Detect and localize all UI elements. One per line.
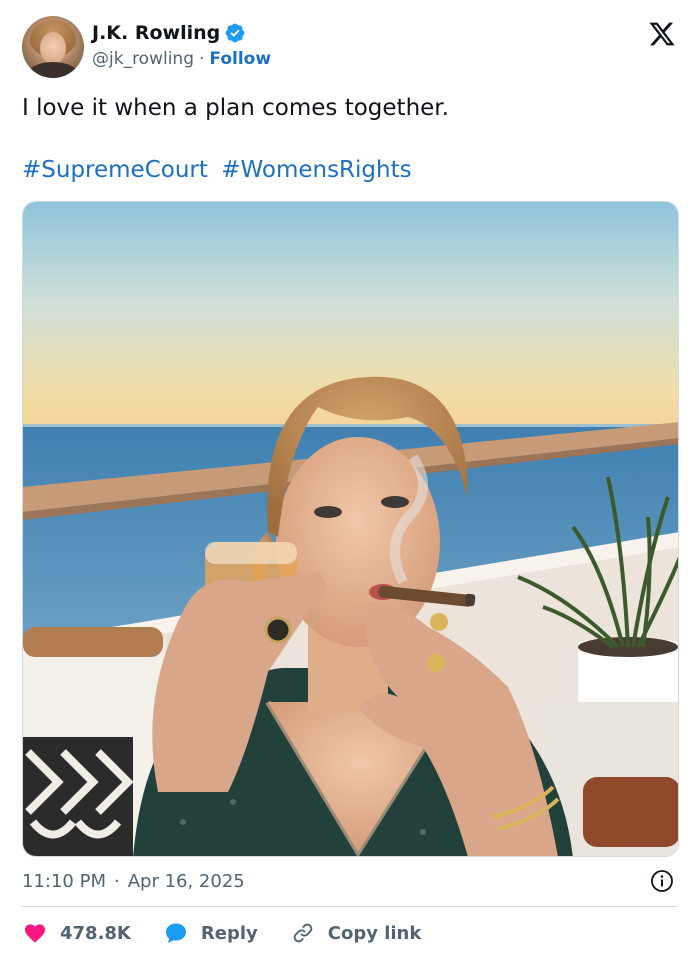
follow-button[interactable]: Follow [209,49,271,69]
reply-button[interactable]: Reply [163,921,258,945]
heart-icon [25,924,45,943]
x-logo-icon[interactable] [648,20,676,48]
tweet-date[interactable]: Apr 16, 2025 [128,871,245,892]
timestamp-separator: · [113,870,120,892]
separator-dot: · [199,49,205,69]
divider [22,906,678,907]
tweet-text: I love it when a plan comes together. [22,95,449,121]
tweet-actions: 478.8K Reply Copy link [22,918,678,948]
copy-link-button[interactable]: Copy link [290,921,422,945]
author-name[interactable]: J.K. Rowling [92,22,220,44]
copy-link-label: Copy link [327,922,422,944]
verified-badge-icon [225,23,245,43]
tweet-timestamp: 11:10 PM · Apr 16, 2025 [22,868,678,894]
tweet-hashtags: #SupremeCourt #WomensRights [22,154,418,186]
like-button[interactable]: 478.8K [22,921,131,945]
hashtag-womensrights[interactable]: #WomensRights [221,157,411,183]
like-count: 478.8K [60,922,131,944]
avatar[interactable] [22,16,84,78]
reply-bubble-icon [165,923,186,943]
tweet-time[interactable]: 11:10 PM [22,871,106,892]
reply-label: Reply [200,922,258,944]
tweet-photo[interactable] [22,201,679,857]
author-handle[interactable]: @jk_rowling [92,49,194,69]
tweet-header: J.K. Rowling @jk_rowling · Follow [22,16,680,78]
hashtag-supremecourt[interactable]: #SupremeCourt [22,157,208,183]
info-icon[interactable] [650,869,674,893]
photo-woman-on-deck [23,202,678,856]
author-name-row: J.K. Rowling [92,22,246,44]
author-handle-row: @jk_rowling · Follow [92,49,271,69]
link-icon [293,923,313,943]
